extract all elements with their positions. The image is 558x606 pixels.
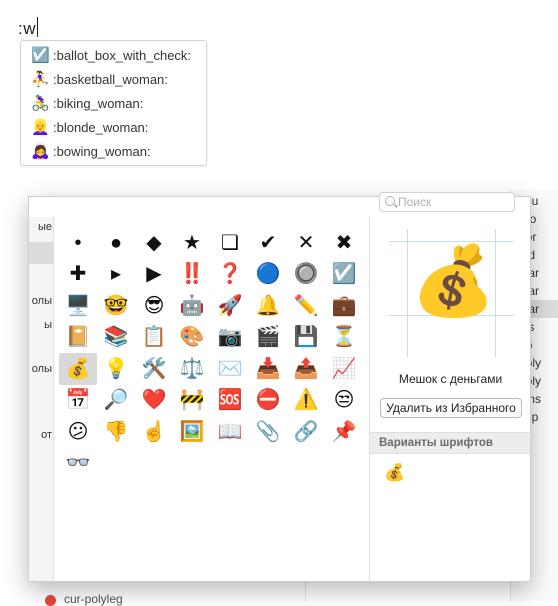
glasses-icon[interactable]: 👓 (59, 448, 97, 480)
paperclip-icon[interactable]: 📎 (249, 416, 287, 448)
autocomplete-item-blonde-woman[interactable]: 👱‍♀️:blonde_woman: (21, 115, 206, 139)
pushpin-icon[interactable]: 📌 (325, 416, 363, 448)
ballot-box-with-check-icon[interactable]: ☑️ (325, 259, 363, 291)
diamond-icon[interactable]: ◆ (135, 227, 173, 259)
preview-guide-line (407, 229, 408, 357)
envelope-icon[interactable]: ✉️ (211, 353, 249, 385)
small-bullet-icon[interactable]: • (59, 227, 97, 259)
autocomplete-item-ballot-box-with-check[interactable]: ☑️:ballot_box_with_check: (21, 43, 206, 67)
search-field[interactable]: Поиск (379, 192, 515, 212)
balance-scale-icon[interactable]: ⚖️ (173, 353, 211, 385)
plus-heavy-icon[interactable]: ✚ (59, 259, 97, 291)
question-mark-icon[interactable]: ❓ (211, 259, 249, 291)
font-variants-header: Варианты шрифтов (370, 432, 530, 454)
artist-palette-icon[interactable]: 🎨 (173, 322, 211, 354)
pointing-up-icon[interactable]: ☝️ (135, 416, 173, 448)
open-book-icon[interactable]: 📖 (211, 416, 249, 448)
character-viewer-window: Поиск ые олы ы олы от • ● ◆ ★ ❏ ✔ ✕ ✖ ✚ ▸ ▶ ‼️ ❓ 🔵 🔘 ☑️… (28, 192, 531, 582)
money-bag-variant-icon[interactable]: 💰 (384, 463, 405, 483)
message-input[interactable]: :w (18, 17, 38, 39)
money-bag-icon: 💰 (411, 243, 496, 319)
autocomplete-item-label: :ballot_box_with_check: (53, 47, 192, 63)
double-exclamation-icon[interactable]: ‼️ (173, 259, 211, 291)
robot-face-icon[interactable]: 🤖 (173, 290, 211, 322)
character-name: Мешок с деньгами (398, 372, 503, 386)
autocomplete-item-biking-woman[interactable]: 🚴‍♀️:biking_woman: (21, 91, 206, 115)
briefcase-icon[interactable]: 💼 (325, 290, 363, 322)
autocomplete-item-bowing-woman[interactable]: 🙇‍♀️:bowing_woman: (21, 139, 206, 163)
radio-button-icon[interactable]: 🔘 (287, 259, 325, 291)
sos-icon[interactable]: 🆘 (211, 385, 249, 417)
bell-icon[interactable]: 🔔 (249, 290, 287, 322)
sidebar-item[interactable]: от (29, 429, 53, 441)
blue-circle-icon[interactable]: 🔵 (249, 259, 287, 291)
background-bottom-list-item[interactable]: cur-polyleg (28, 580, 508, 606)
books-icon[interactable]: 📚 (97, 322, 135, 354)
bowing-woman-icon: 🙇‍♀️ (31, 143, 50, 160)
pencil-icon[interactable]: ✏️ (287, 290, 325, 322)
autocomplete-item-label: :blonde_woman: (53, 119, 149, 135)
hammer-and-wrench-icon[interactable]: 🛠️ (135, 353, 173, 385)
sunglasses-face-icon[interactable]: 😎 (135, 290, 173, 322)
camera-icon[interactable]: 📷 (211, 322, 249, 354)
inbox-tray-icon[interactable]: 📥 (249, 353, 287, 385)
red-heart-icon[interactable]: ❤️ (135, 385, 173, 417)
unamused-face-icon[interactable]: 😒 (325, 385, 363, 417)
autocomplete-item-label: :biking_woman: (53, 95, 144, 111)
background-bottom-item-label: cur-polyleg (64, 592, 123, 606)
sidebar-item[interactable]: олы (29, 363, 53, 375)
confused-face-icon[interactable]: 😕 (59, 416, 97, 448)
remove-from-favorites-button[interactable]: Удалить из Избранного (380, 398, 522, 418)
large-bullet-icon[interactable]: ● (97, 227, 135, 259)
chart-increasing-icon[interactable]: 📈 (325, 353, 363, 385)
emoji-autocomplete-list: ☑️:ballot_box_with_check: ⛹️‍♀️:basketba… (20, 40, 207, 166)
search-icon (385, 196, 395, 206)
autocomplete-item-basketball-woman[interactable]: ⛹️‍♀️:basketball_woman: (21, 67, 206, 91)
panel-divider (369, 217, 370, 581)
play-icon[interactable]: ▶ (135, 259, 173, 291)
no-entry-icon[interactable]: ⛔ (249, 385, 287, 417)
biking-woman-icon: 🚴‍♀️ (31, 95, 50, 112)
magnifying-glass-icon[interactable]: 🔎 (97, 385, 135, 417)
blonde-woman-icon: 👱‍♀️ (31, 119, 50, 136)
sidebar-item[interactable]: ы (29, 319, 53, 331)
multiply-light-icon[interactable]: ✕ (287, 227, 325, 259)
framed-picture-icon[interactable]: 🖼️ (173, 416, 211, 448)
character-preview: 💰 (389, 229, 514, 357)
construction-icon[interactable]: 🚧 (173, 385, 211, 417)
triangle-small-icon[interactable]: ▸ (97, 259, 135, 291)
link-icon[interactable]: 🔗 (287, 416, 325, 448)
autocomplete-item-label: :bowing_woman: (53, 143, 151, 159)
money-bag-icon[interactable]: 💰 (59, 353, 97, 385)
basketball-woman-icon: ⛹️‍♀️ (31, 71, 50, 88)
multiply-heavy-icon[interactable]: ✖ (325, 227, 363, 259)
clapper-board-icon[interactable]: 🎬 (249, 322, 287, 354)
notebook-icon[interactable]: 📔 (59, 322, 97, 354)
nerd-face-icon[interactable]: 🤓 (97, 290, 135, 322)
character-grid: • ● ◆ ★ ❏ ✔ ✕ ✖ ✚ ▸ ▶ ‼️ ❓ 🔵 🔘 ☑️ 🖥️ 🤓 😎 🤖 🚀 🔔 ✏️ 💼 📔 📚 📋 🎨 📷 🎬 💾 ⏳ 💰 💡 🛠️… (59, 227, 363, 479)
warning-icon[interactable]: ⚠️ (287, 385, 325, 417)
message-input-text: :w (18, 19, 36, 38)
hourglass-icon[interactable]: ⏳ (325, 322, 363, 354)
desktop-computer-icon[interactable]: 🖥️ (59, 290, 97, 322)
outbox-tray-icon[interactable]: 📤 (287, 353, 325, 385)
sidebar-item-selected[interactable] (29, 242, 53, 264)
clipboard-icon[interactable]: 📋 (135, 322, 173, 354)
checkmark-icon[interactable]: ✔ (249, 227, 287, 259)
square-shadow-icon[interactable]: ❏ (211, 227, 249, 259)
search-placeholder: Поиск (398, 195, 432, 209)
rocket-icon[interactable]: 🚀 (211, 290, 249, 322)
autocomplete-item-label: :basketball_woman: (53, 71, 168, 87)
calendar-icon[interactable]: 📅 (59, 385, 97, 417)
ballot-box-with-check-icon: ☑️ (31, 47, 50, 64)
floppy-disk-icon[interactable]: 💾 (287, 322, 325, 354)
sidebar-item[interactable]: ые (29, 221, 53, 233)
category-sidebar: ые олы ы олы от (29, 217, 54, 581)
thumbs-down-icon[interactable]: 👎 (97, 416, 135, 448)
light-bulb-icon[interactable]: 💡 (97, 353, 135, 385)
star-icon[interactable]: ★ (173, 227, 211, 259)
sidebar-item[interactable]: олы (29, 295, 53, 307)
text-caret (37, 17, 38, 37)
background-divider (305, 580, 306, 601)
